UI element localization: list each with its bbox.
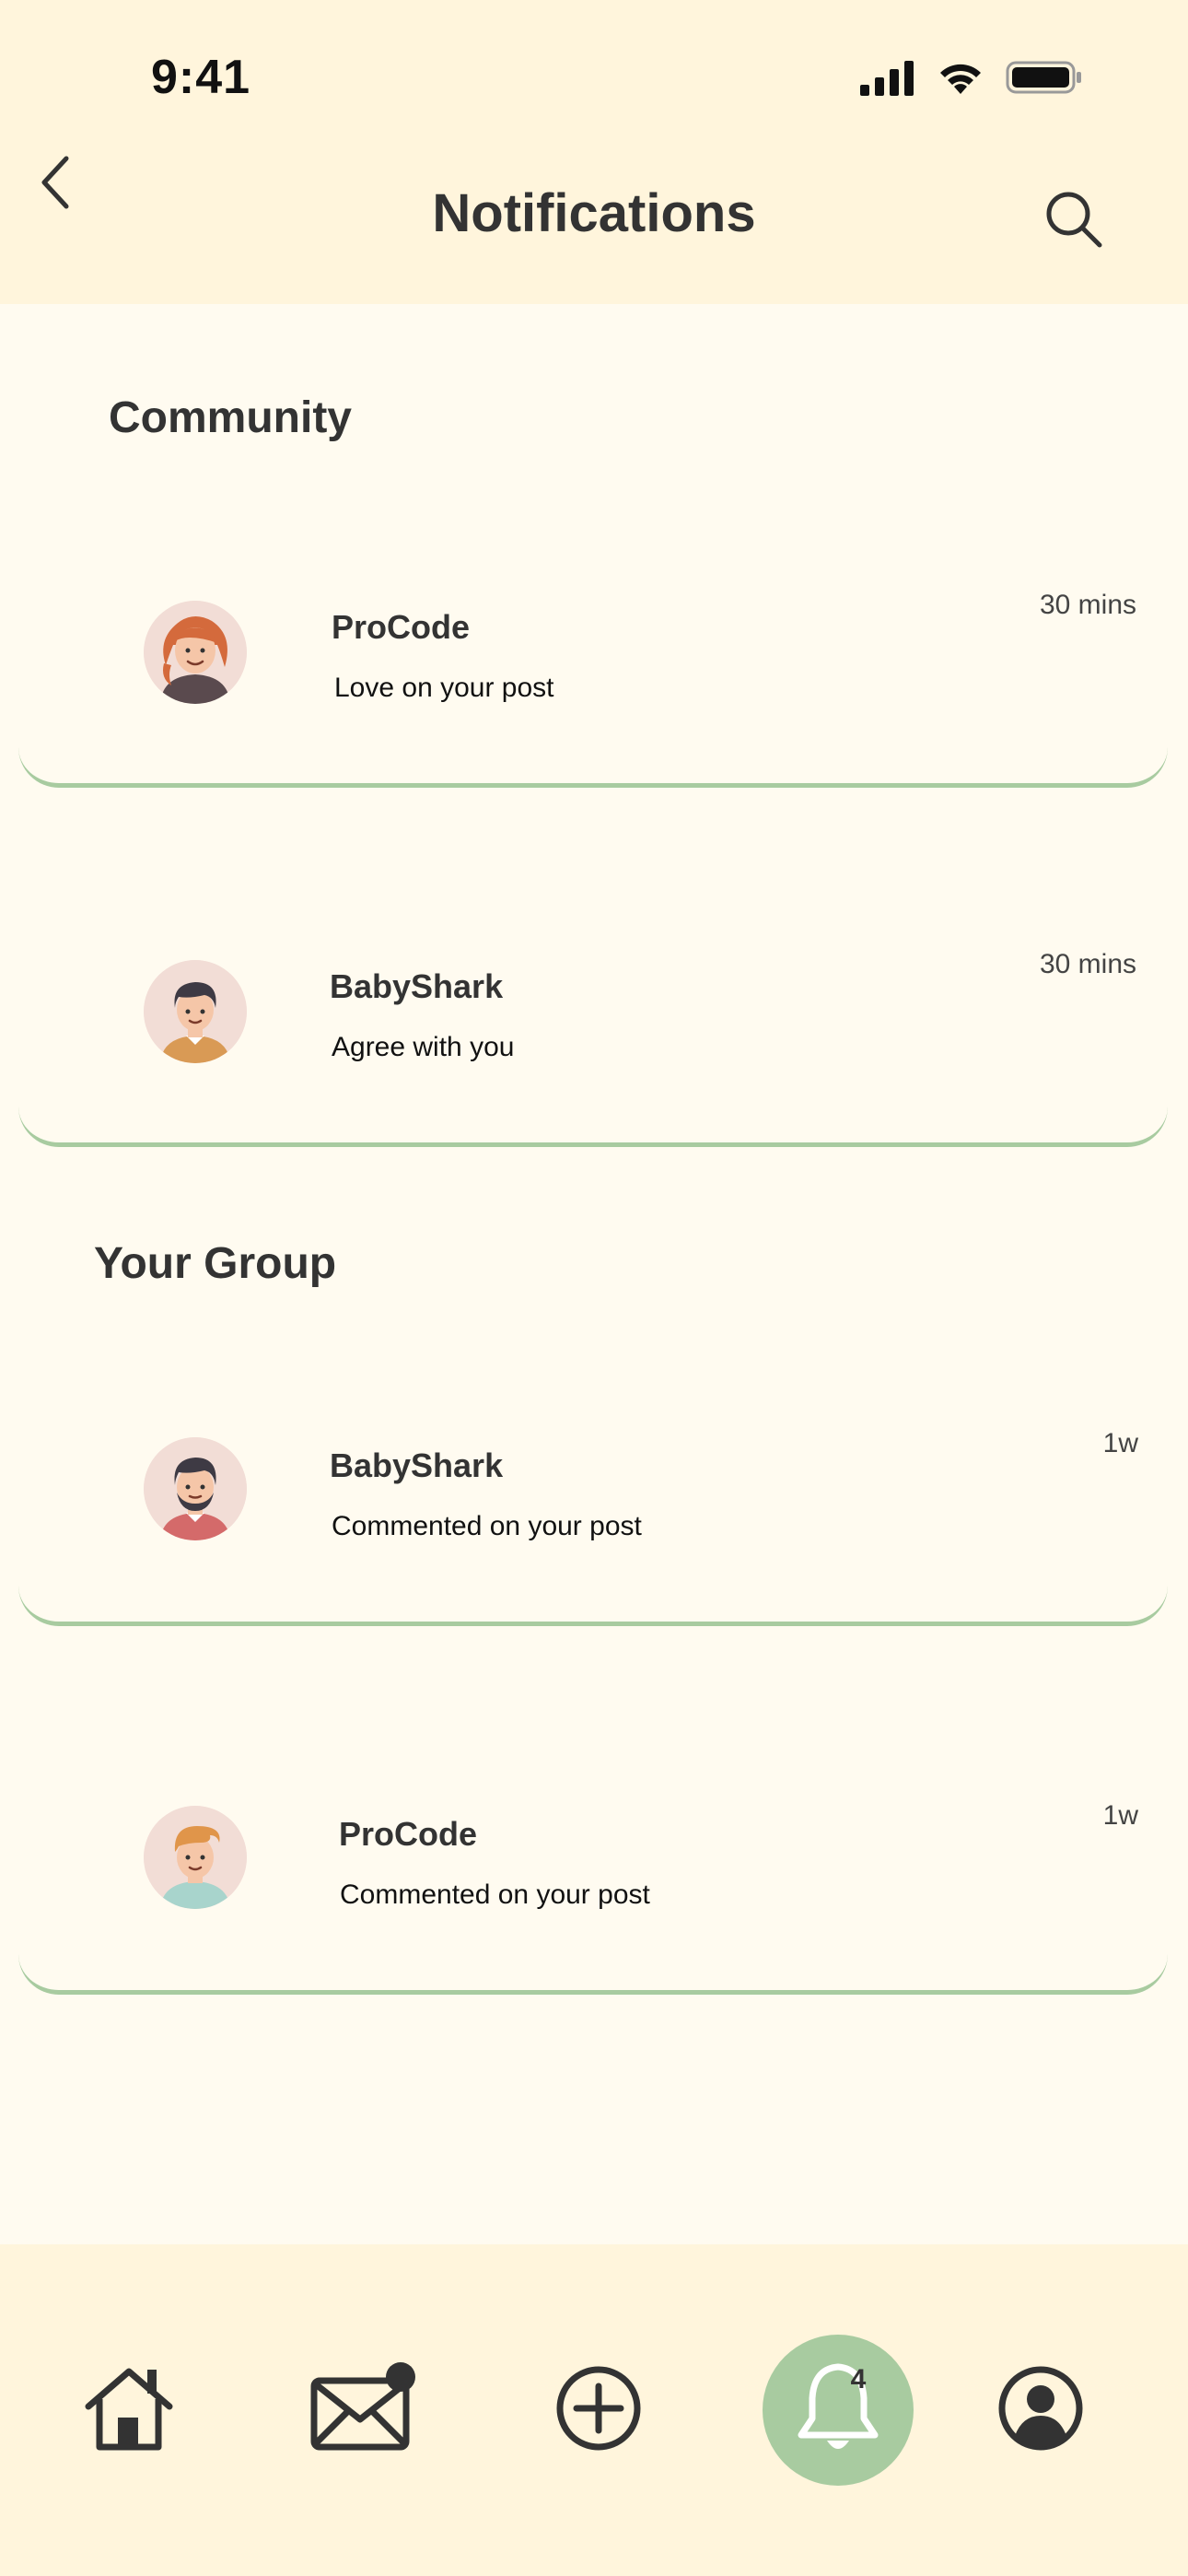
woman-red-hair-avatar [144,601,247,704]
wifi-icon [936,59,985,100]
notification-sender: ProCode [339,1815,478,1853]
status-time: 9:41 [151,51,251,104]
notification-message: Love on your post [334,673,554,703]
notification-sender: ProCode [332,608,471,646]
header [0,0,1188,304]
nav-add-button[interactable] [543,2355,654,2465]
notification-time: 30 mins [1039,590,1136,620]
notification-count-badge: 4 [850,2364,867,2395]
battery-icon [1006,59,1083,100]
notification-sender: BabyShark [330,1446,504,1484]
mail-icon [309,2361,419,2459]
notification-time: 30 mins [1039,949,1136,979]
man-dark-hair-avatar [144,960,247,1063]
nav-notifications-button[interactable] [774,2346,903,2475]
notification-card[interactable]: ProCode Love on your post 30 mins [18,516,1168,788]
notification-sender: BabyShark [330,967,504,1005]
home-icon [81,2364,177,2457]
nav-home-button[interactable] [74,2355,184,2465]
cellular-signal-icon [860,59,915,100]
add-icon [553,2362,645,2459]
notification-card[interactable]: ProCode Commented on your post 1w [18,1714,1168,1995]
notification-card[interactable]: BabyShark Commented on your post 1w [18,1354,1168,1626]
nav-messages-button[interactable] [304,2355,424,2465]
nav-profile-button[interactable] [985,2355,1096,2465]
notification-time: 1w [1102,1800,1138,1831]
search-icon [1043,189,1104,254]
section-heading-community: Community [109,393,352,442]
man-beard-avatar [144,1437,247,1540]
section-heading-your-group: Your Group [94,1239,337,1288]
status-icons [860,59,1083,100]
notification-message: Agree with you [332,1032,515,1062]
man-ginger-hair-avatar [144,1806,247,1909]
notification-message: Commented on your post [332,1511,642,1541]
notification-message: Commented on your post [340,1879,650,1910]
search-button[interactable] [1037,184,1111,258]
notification-card[interactable]: BabyShark Agree with you 30 mins [18,875,1168,1147]
page-title: Notifications [432,183,756,243]
notification-time: 1w [1102,1428,1138,1458]
profile-icon [995,2362,1087,2459]
